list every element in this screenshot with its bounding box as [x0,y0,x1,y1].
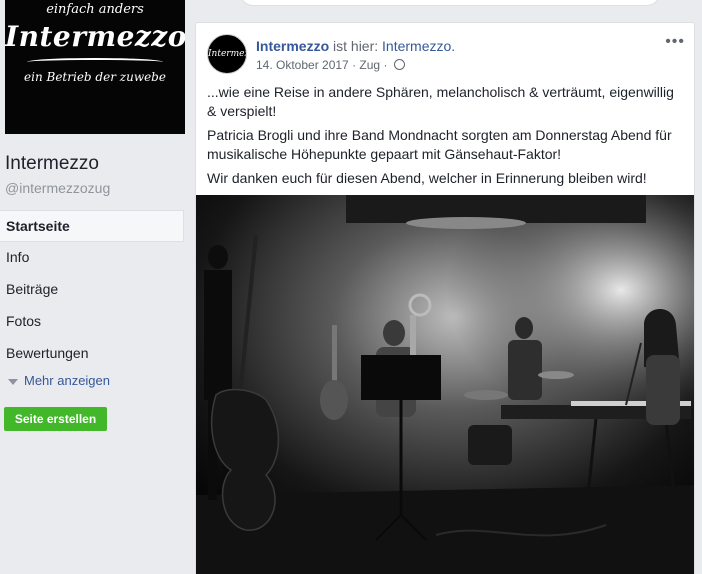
page-nav: Startseite Info Beiträge Fotos Bewertung… [0,210,184,370]
post-text: ...wie eine Reise in andere Sphären, mel… [207,83,687,193]
post-header: Intermezzo ist hier: Intermezzo. [256,38,455,54]
nav-item-startseite[interactable]: Startseite [0,210,184,242]
post-is-here: ist hier: [333,38,379,54]
show-more-link[interactable]: Mehr anzeigen [8,373,110,388]
nav-item-bewertungen[interactable]: Bewertungen [0,338,184,370]
post-date[interactable]: 14. Oktober 2017 [256,58,349,72]
globe-icon[interactable] [393,59,405,70]
post-author-link[interactable]: Intermezzo [256,38,329,54]
logo-swash [27,58,163,66]
nav-item-beitraege[interactable]: Beiträge [0,274,184,306]
meta-separator: · [352,58,357,72]
page-handle[interactable]: @intermezzozug [5,180,110,196]
chevron-down-icon [8,378,18,385]
post-photo[interactable] [196,195,694,574]
page-profile-picture[interactable]: einfach anders Intermezzo ein Betrieb de… [5,0,185,134]
logo-tagline-bottom: ein Betrieb der zuwebe [24,70,166,84]
post-paragraph: Wir danken euch für diesen Abend, welche… [207,170,647,186]
nav-item-info[interactable]: Info [0,242,184,274]
post-location[interactable]: Zug [359,58,380,72]
post-meta: 14. Oktober 2017 · Zug · [256,58,405,72]
post-paragraph: ...wie eine Reise in andere Sphären, mel… [207,84,674,119]
show-more-label: Mehr anzeigen [24,373,110,388]
logo-tagline-top: einfach anders [46,2,144,17]
page-title[interactable]: Intermezzo [5,153,99,175]
post-paragraph: Patricia Brogli und ihre Band Mondnacht … [207,127,672,162]
search-bar-remnant[interactable] [240,0,660,6]
post-card: Intermezzo Intermezzo ist hier: Intermez… [195,22,695,574]
post-place-link[interactable]: Intermezzo. [382,38,455,54]
post-author-avatar[interactable]: Intermezzo [207,34,247,74]
create-page-button[interactable]: Seite erstellen [4,407,107,431]
nav-item-fotos[interactable]: Fotos [0,306,184,338]
logo-wordmark: Intermezzo [5,20,185,53]
post-options-icon[interactable]: ••• [665,33,685,51]
avatar-wordmark: Intermezzo [208,49,246,59]
meta-separator: · [383,58,388,72]
band-photo-icon [196,195,694,574]
